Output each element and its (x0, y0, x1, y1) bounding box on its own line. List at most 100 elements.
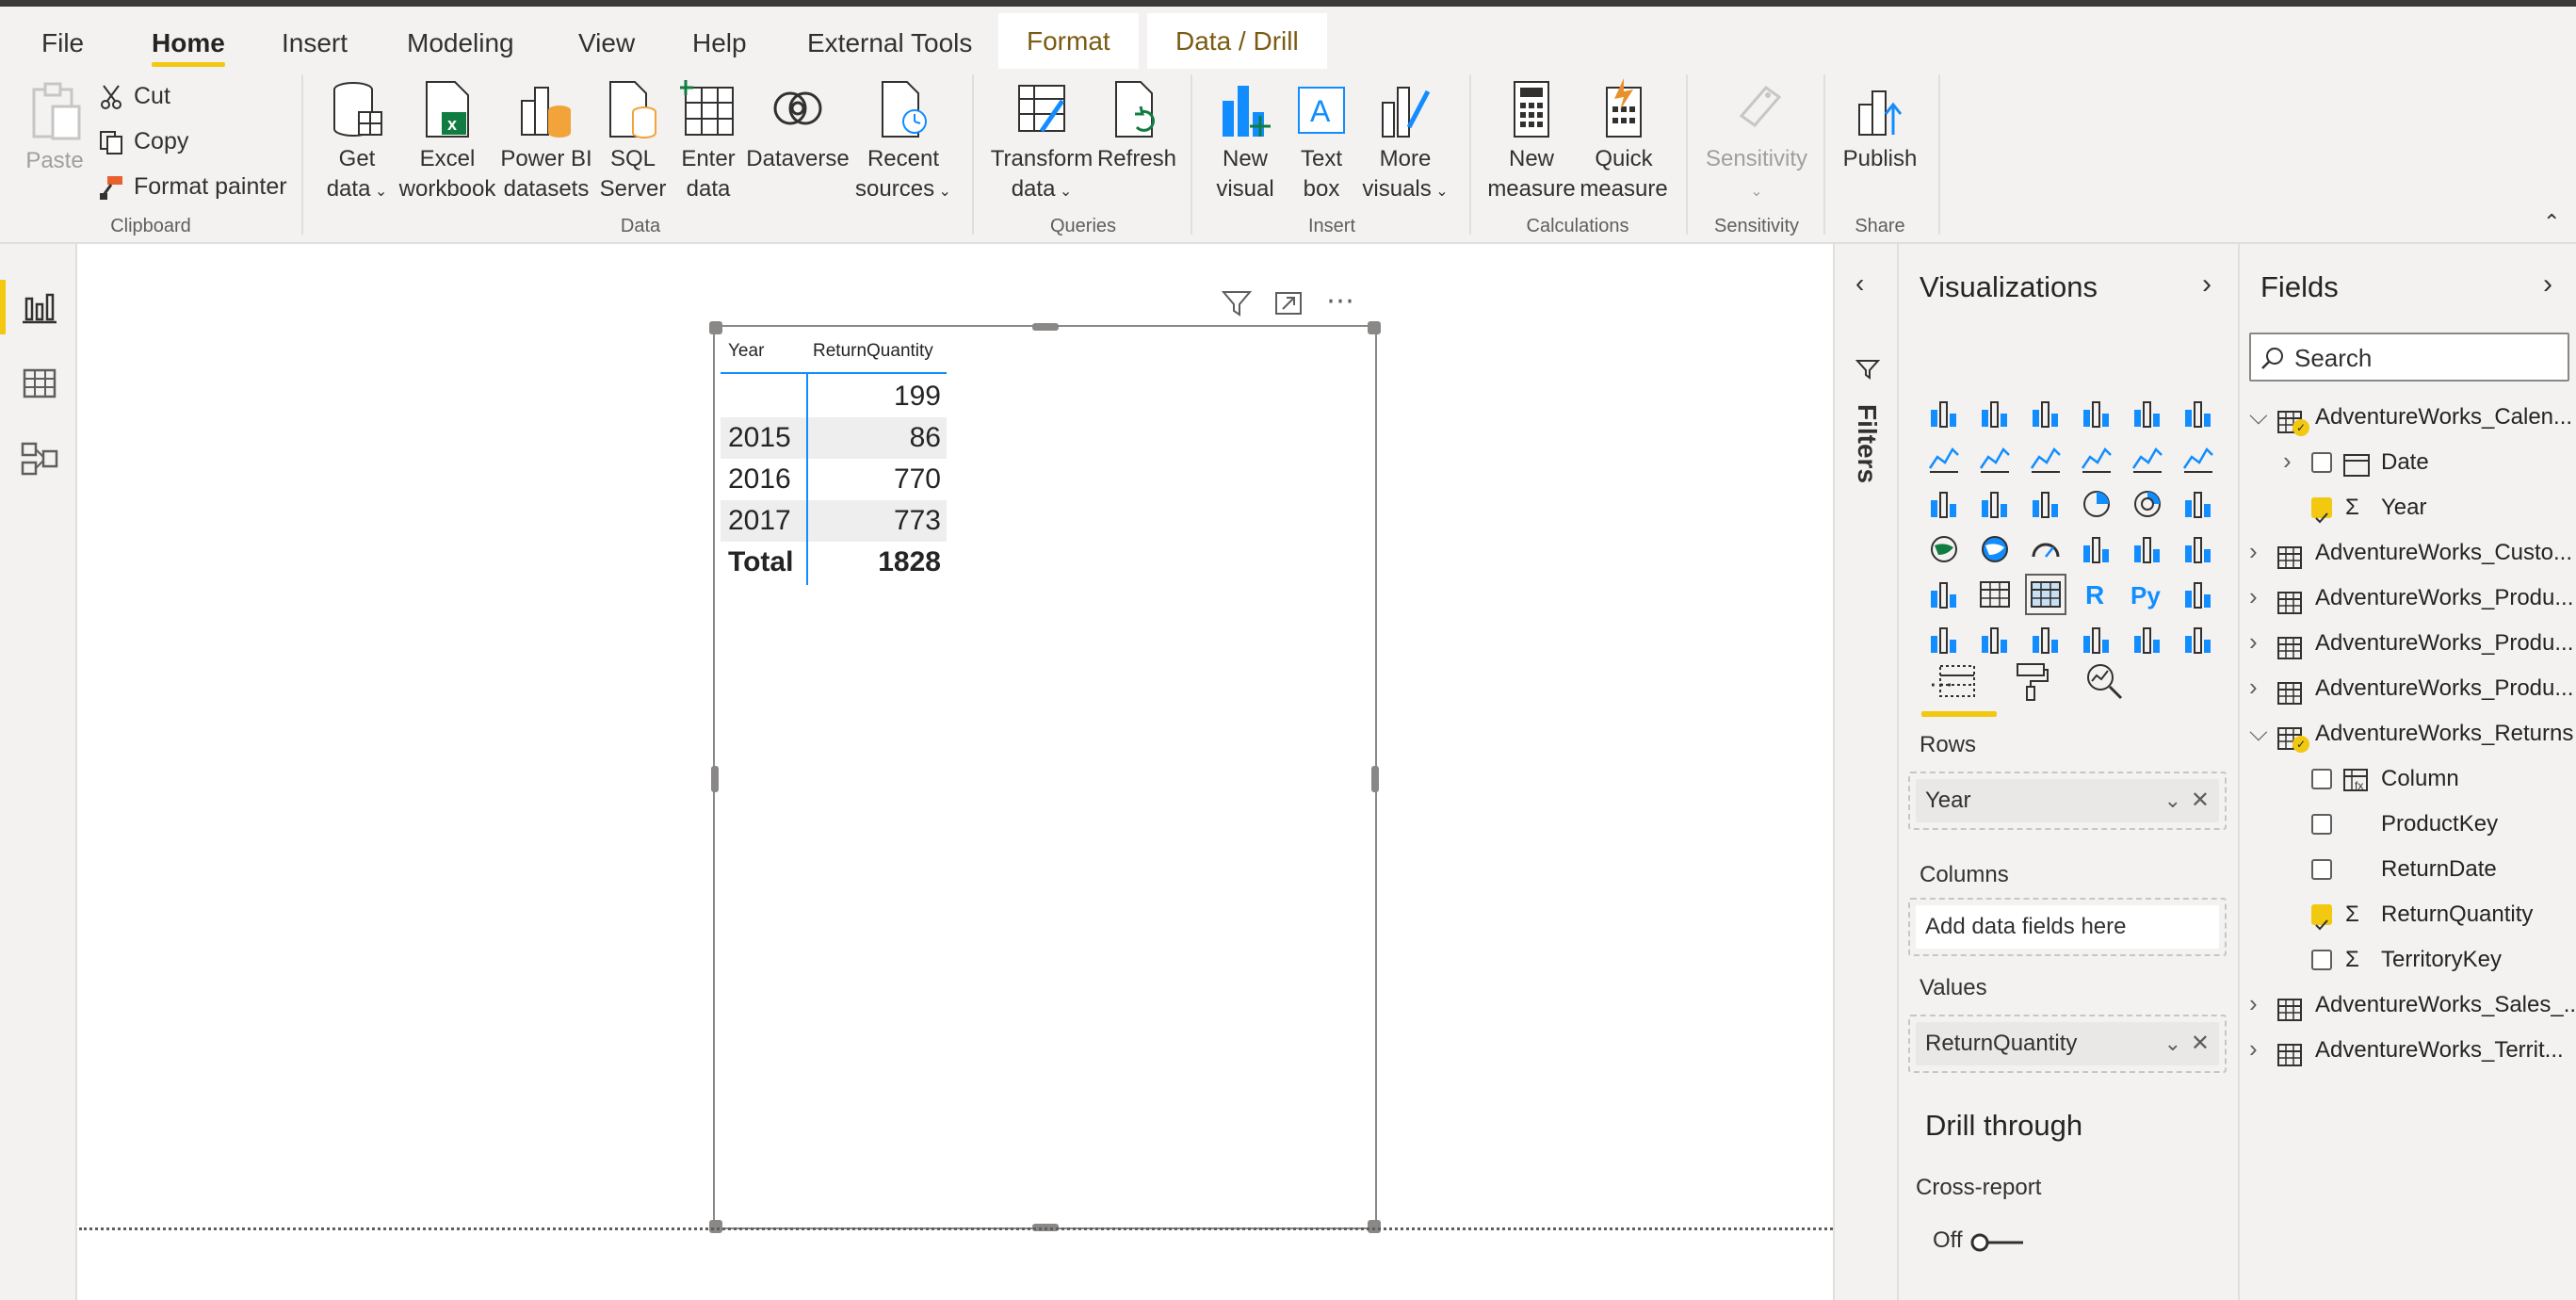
field-item[interactable]: Σ Year (2240, 487, 2576, 528)
enter-data-button[interactable]: Enter data (671, 78, 746, 204)
get-data-button[interactable]: Get data ⌄ (320, 78, 394, 207)
key-influencers-visual-icon[interactable] (2181, 577, 2215, 611)
chevron-right-icon[interactable]: › (2249, 623, 2258, 662)
table-visual-icon[interactable] (1978, 577, 2012, 611)
line-visual-icon[interactable] (1927, 442, 1961, 476)
qa-visual-icon[interactable] (1978, 623, 2012, 657)
chevron-down-icon[interactable]: ⌵ (2249, 397, 2268, 436)
collapse-fields-icon[interactable]: › (2543, 268, 2552, 301)
line-clustered-visual-icon[interactable] (2130, 442, 2164, 476)
tab-external-tools[interactable]: External Tools (807, 20, 972, 67)
field-table[interactable]: › AdventureWorks_Produ... (2240, 668, 2576, 709)
stacked-column-visual-icon[interactable] (1978, 397, 2012, 431)
field-table[interactable]: › AdventureWorks_Produ... (2240, 623, 2576, 664)
field-checkbox[interactable] (2311, 814, 2332, 835)
format-painter-button[interactable]: Format painter (98, 171, 287, 203)
data-view-icon[interactable] (19, 363, 60, 404)
more-visuals-button[interactable]: More visuals ⌄ (1358, 78, 1452, 207)
more-options-icon[interactable]: ⋯ (1326, 284, 1356, 317)
rows-field-pill[interactable]: Year ⌄ ✕ (1916, 779, 2219, 822)
columns-drop-zone[interactable]: Add data fields here (1916, 905, 2219, 949)
expand-filters-icon[interactable]: ‹ (1855, 268, 1864, 299)
clustered-bar-visual-icon[interactable] (2029, 397, 2063, 431)
cross-report-toggle[interactable] (1970, 1233, 2027, 1252)
treemap-visual-icon[interactable] (2181, 487, 2215, 521)
values-well[interactable]: ReturnQuantity ⌄ ✕ (1908, 1015, 2227, 1073)
tab-view[interactable]: View (578, 20, 635, 67)
chevron-right-icon[interactable]: › (2249, 577, 2258, 617)
funnel-visual-icon[interactable] (1978, 487, 2012, 521)
remove-field-icon[interactable]: ✕ (2191, 1022, 2210, 1065)
sql-server-button[interactable]: SQL Server (595, 78, 671, 204)
r-script-visual-icon[interactable]: R (2080, 577, 2114, 611)
line-column-visual-icon[interactable] (2080, 442, 2114, 476)
transform-data-button[interactable]: Transform data ⌄ (987, 78, 1096, 207)
tab-help[interactable]: Help (692, 20, 747, 67)
resize-handle[interactable] (1368, 321, 1381, 334)
remove-field-icon[interactable]: ✕ (2191, 779, 2210, 822)
field-checkbox[interactable] (2311, 904, 2332, 931)
refresh-button[interactable]: Refresh (1096, 78, 1177, 174)
field-item[interactable]: ReturnDate (2240, 849, 2576, 890)
filter-icon[interactable] (1221, 288, 1253, 323)
card-visual-icon[interactable] (2080, 532, 2114, 566)
map-visual-icon[interactable] (1927, 532, 1961, 566)
new-visual-button[interactable]: New visual (1207, 78, 1283, 204)
chevron-right-icon[interactable]: › (2249, 532, 2258, 572)
report-view-icon[interactable] (19, 287, 60, 329)
chevron-right-icon[interactable]: › (2283, 442, 2292, 481)
copy-button[interactable]: Copy (98, 125, 188, 157)
donut-visual-icon[interactable] (2130, 487, 2164, 521)
field-table[interactable]: › AdventureWorks_Sales_... (2240, 984, 2576, 1026)
narrative-visual-icon[interactable] (2029, 623, 2063, 657)
decomposition-tree-visual-icon[interactable] (1927, 623, 1961, 657)
tab-insert[interactable]: Insert (282, 20, 348, 67)
field-item[interactable]: fx Column (2240, 758, 2576, 800)
resize-handle[interactable] (1368, 1220, 1381, 1233)
100-column-visual-icon[interactable] (2181, 397, 2215, 431)
power-apps-visual-icon[interactable] (2130, 623, 2164, 657)
matrix-visual-icon[interactable] (2025, 574, 2066, 615)
rows-well[interactable]: Year ⌄ ✕ (1908, 772, 2227, 830)
resize-handle[interactable] (709, 1220, 722, 1233)
format-roller-icon[interactable] (2010, 660, 2051, 707)
field-table[interactable]: › AdventureWorks_Custo... (2240, 532, 2576, 574)
excel-workbook-button[interactable]: x Excel workbook (396, 78, 499, 204)
analytics-icon[interactable] (2083, 660, 2125, 707)
column-header-returnquantity[interactable]: ReturnQuantity (813, 333, 933, 370)
field-checkbox[interactable] (2311, 859, 2332, 880)
fields-search-box[interactable]: Search (2249, 333, 2569, 382)
pie-visual-icon[interactable] (2080, 487, 2114, 521)
resize-handle[interactable] (1032, 323, 1059, 331)
multi-row-card-visual-icon[interactable] (2130, 532, 2164, 566)
power-bi-datasets-button[interactable]: Power BI datasets (499, 78, 593, 204)
100-bar-visual-icon[interactable] (2130, 397, 2164, 431)
cut-button[interactable]: Cut (98, 80, 170, 112)
tab-home[interactable]: Home (152, 20, 225, 67)
chevron-down-icon[interactable]: ⌵ (2249, 713, 2268, 753)
area-visual-icon[interactable] (1978, 442, 2012, 476)
columns-well[interactable]: Add data fields here (1908, 898, 2227, 956)
recent-sources-button[interactable]: Recent sources ⌄ (851, 78, 955, 207)
tab-data-drill[interactable]: Data / Drill (1147, 13, 1327, 69)
values-field-pill[interactable]: ReturnQuantity ⌄ ✕ (1916, 1022, 2219, 1065)
field-checkbox[interactable] (2311, 950, 2332, 970)
text-box-button[interactable]: A Text box (1285, 78, 1358, 204)
stacked-bar-visual-icon[interactable] (1927, 397, 1961, 431)
field-checkbox[interactable] (2311, 769, 2332, 789)
field-table[interactable]: ⌵ ✓ AdventureWorks_Returns (2240, 713, 2576, 755)
tab-modeling[interactable]: Modeling (407, 20, 514, 67)
field-table[interactable]: › AdventureWorks_Produ... (2240, 577, 2576, 619)
chevron-down-icon[interactable]: ⌄ (2164, 1022, 2181, 1065)
power-automate-visual-icon[interactable] (2181, 623, 2215, 657)
filters-pane-collapsed[interactable]: ‹ Filters (1833, 244, 1897, 1300)
field-item[interactable]: › Date (2240, 442, 2576, 483)
publish-button[interactable]: Publish (1840, 78, 1920, 174)
kpi-visual-icon[interactable] (2181, 532, 2215, 566)
field-item[interactable]: Σ ReturnQuantity (2240, 894, 2576, 935)
table-visual[interactable]: Year ReturnQuantity 199 2015 86 2016 770 2… (709, 321, 1381, 1233)
chevron-right-icon[interactable]: › (2249, 668, 2258, 707)
field-checkbox[interactable] (2311, 452, 2332, 473)
resize-handle[interactable] (709, 321, 722, 334)
resize-handle[interactable] (1371, 766, 1379, 792)
